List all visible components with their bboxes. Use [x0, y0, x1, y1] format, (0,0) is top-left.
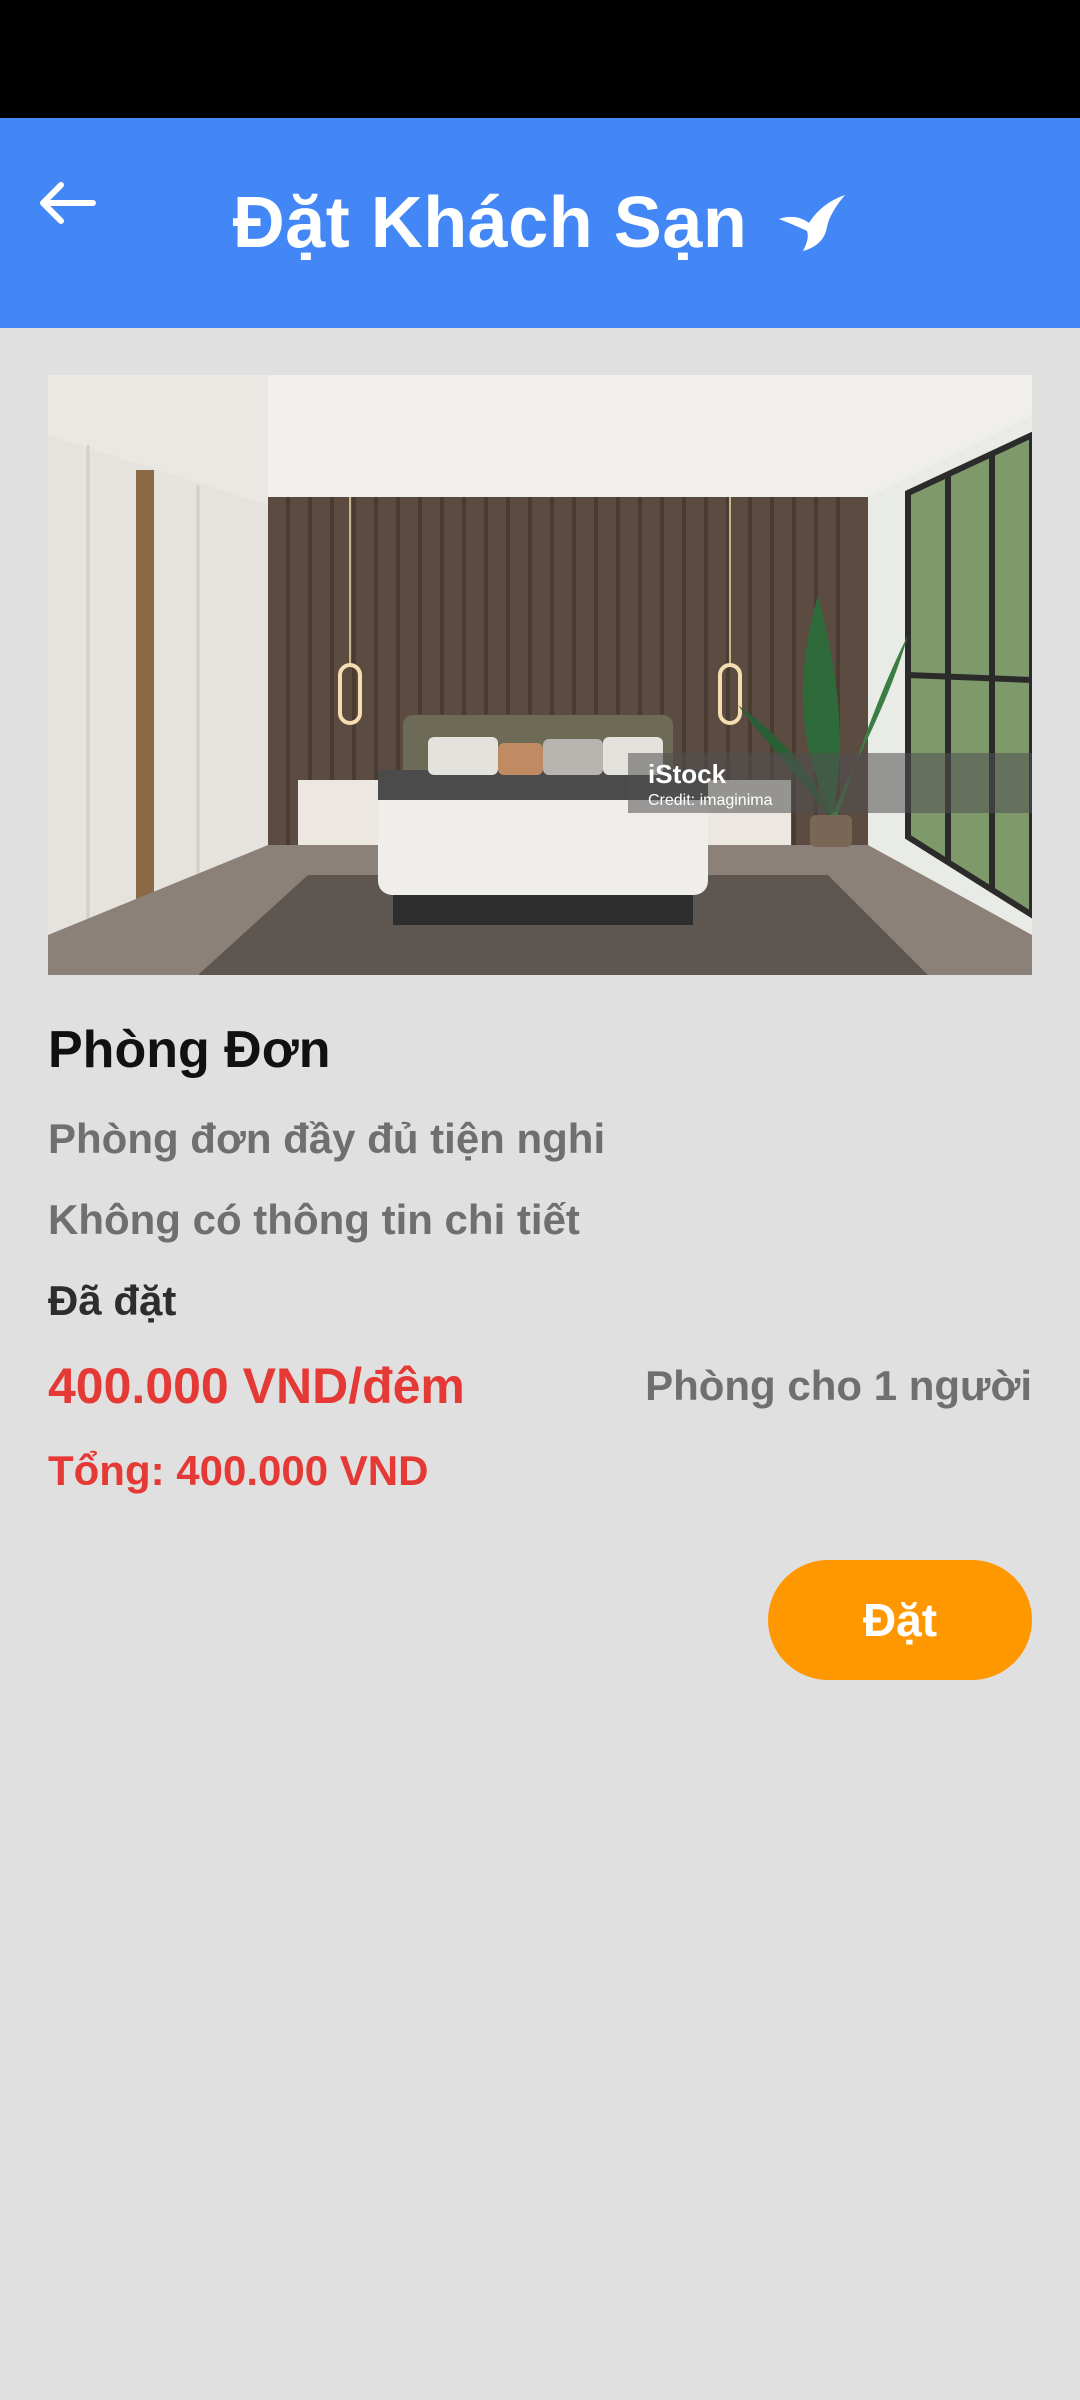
watermark-credit: Credit: imaginima	[648, 792, 773, 809]
booking-status: Đã đặt	[48, 1277, 177, 1324]
book-button[interactable]: Đặt	[768, 1560, 1032, 1680]
app-bar: Đặt Khách Sạn	[0, 118, 1080, 328]
page-title: Đặt Khách Sạn	[232, 183, 748, 263]
status-bar	[0, 0, 1080, 118]
arrow-left-icon	[40, 182, 96, 224]
room-description: Phòng đơn đầy đủ tiện nghi	[48, 1115, 606, 1162]
back-button[interactable]	[22, 158, 112, 248]
bird-icon	[779, 195, 846, 251]
watermark-brand: iStock	[648, 759, 727, 789]
room-name: Phòng Đơn	[48, 1021, 331, 1079]
room-price: 400.000 VND/đêm	[48, 1358, 465, 1414]
book-button-label: Đặt	[862, 1594, 938, 1646]
total-price: Tổng: 400.000 VND	[48, 1447, 429, 1494]
room-photo: iStock Credit: imaginima	[48, 375, 1032, 975]
room-capacity: Phòng cho 1 người	[645, 1362, 1032, 1409]
room-detail: Không có thông tin chi tiết	[48, 1196, 580, 1243]
